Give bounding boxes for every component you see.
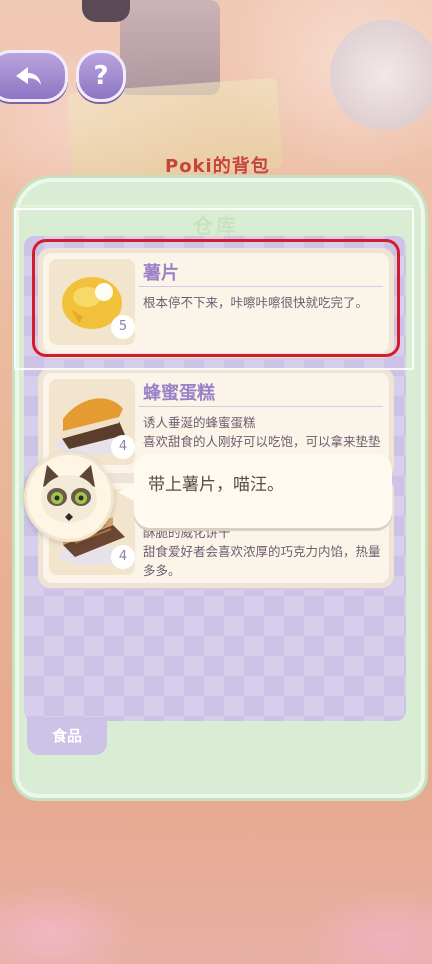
share-icon [16, 67, 41, 85]
help-icon: ? [93, 61, 109, 91]
item-quantity: 4 [111, 435, 135, 459]
tab-food[interactable]: 食品 [27, 717, 107, 755]
lamp-decoration [82, 0, 130, 22]
dialog-bubble[interactable]: 带上薯片，喵汪。 [134, 454, 392, 528]
item-name: 蜂蜜蛋糕 [143, 383, 215, 404]
share-button[interactable] [0, 50, 68, 102]
book-decoration [120, 0, 220, 95]
divider [139, 406, 383, 407]
cat-avatar-icon [24, 452, 114, 542]
tutorial-highlight[interactable] [32, 239, 400, 357]
item-description: 酥脆的威化饼干 甜食爱好者会喜欢浓厚的巧克力内馅，热量多多。 [143, 525, 381, 578]
cupcake-decoration [330, 20, 432, 130]
item-description: 诱人垂涎的蜂蜜蛋糕 喜欢甜食的人刚好可以吃饱，可以拿来垫垫肚子。 [143, 415, 381, 449]
dialog-text: 带上薯片，喵汪。 [148, 475, 284, 495]
help-button[interactable]: ? [76, 50, 126, 102]
item-quantity: 4 [111, 545, 135, 569]
